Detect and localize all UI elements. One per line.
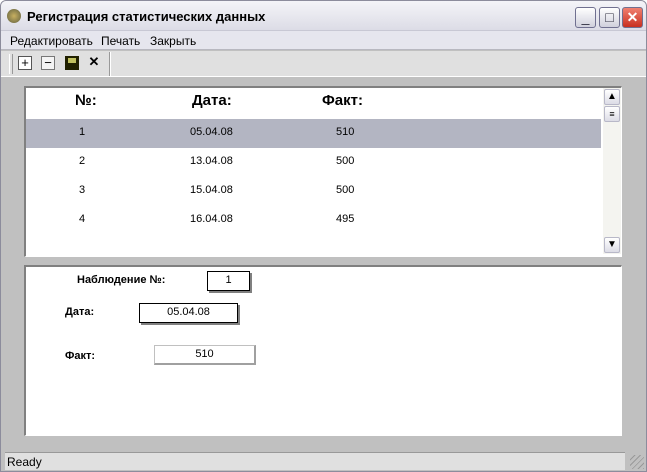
menu-bar: Редактировать Печать Закрыть xyxy=(1,31,646,50)
toolbar-grip[interactable] xyxy=(9,54,13,74)
delete-icon[interactable]: ✕ xyxy=(87,55,101,70)
cell-fact: 510 xyxy=(336,126,355,138)
cell-fact: 500 xyxy=(336,155,355,167)
app-window: Регистрация статистических данных _ □ ✕ … xyxy=(0,0,647,472)
menu-edit[interactable]: Редактировать xyxy=(10,34,93,48)
close-button[interactable]: ✕ xyxy=(622,7,643,28)
observation-field[interactable]: 1 xyxy=(207,271,250,291)
cell-date: 15.04.08 xyxy=(190,184,233,196)
remove-icon[interactable]: − xyxy=(41,56,55,70)
title-bar: Регистрация статистических данных _ □ ✕ xyxy=(1,1,646,31)
date-label: Дата: xyxy=(65,306,95,318)
cell-number: 3 xyxy=(79,184,86,196)
maximize-button[interactable]: □ xyxy=(599,7,620,28)
fact-label: Факт: xyxy=(65,350,96,362)
scroll-thumb[interactable]: ≡ xyxy=(604,106,620,122)
fact-field[interactable]: 510 xyxy=(154,345,256,365)
vertical-scrollbar[interactable]: ▲ ≡ ▼ xyxy=(603,88,621,254)
cell-fact: 495 xyxy=(336,213,355,225)
cell-date: 13.04.08 xyxy=(190,155,233,167)
date-field[interactable]: 05.04.08 xyxy=(139,303,238,323)
table-row[interactable]: 4 16.04.08 495 xyxy=(26,206,601,235)
toolbar: + − ✕ xyxy=(1,51,646,77)
table-row[interactable]: 1 05.04.08 510 xyxy=(26,119,601,148)
header-number: №: xyxy=(75,92,97,109)
table-row[interactable]: 3 15.04.08 500 xyxy=(26,177,601,206)
menu-print[interactable]: Печать xyxy=(101,34,140,48)
scroll-up-icon[interactable]: ▲ xyxy=(604,89,620,105)
status-bar: Ready xyxy=(5,452,625,470)
resize-grip-icon[interactable] xyxy=(630,455,644,469)
cell-date: 05.04.08 xyxy=(190,126,233,138)
cell-fact: 500 xyxy=(336,184,355,196)
scroll-down-icon[interactable]: ▼ xyxy=(604,237,620,253)
detail-form: Наблюдение №: 1 Дата: 05.04.08 Факт: 510 xyxy=(24,265,622,436)
table-row[interactable]: 2 13.04.08 500 xyxy=(26,148,601,177)
cell-number: 1 xyxy=(79,126,86,138)
save-icon[interactable] xyxy=(65,56,79,70)
header-date: Дата: xyxy=(192,92,232,109)
window-title: Регистрация статистических данных xyxy=(27,9,266,24)
observation-label: Наблюдение №: xyxy=(77,274,166,286)
cell-number: 4 xyxy=(79,213,86,225)
header-fact: Факт: xyxy=(322,92,363,109)
records-table: №: Дата: Факт: 1 05.04.08 510 2 13.04.08… xyxy=(24,86,622,257)
app-icon xyxy=(7,9,21,23)
minimize-button[interactable]: _ xyxy=(575,7,596,28)
menu-close[interactable]: Закрыть xyxy=(150,34,196,48)
toolbar-separator xyxy=(109,52,111,76)
cell-date: 16.04.08 xyxy=(190,213,233,225)
add-icon[interactable]: + xyxy=(18,56,32,70)
cell-number: 2 xyxy=(79,155,86,167)
